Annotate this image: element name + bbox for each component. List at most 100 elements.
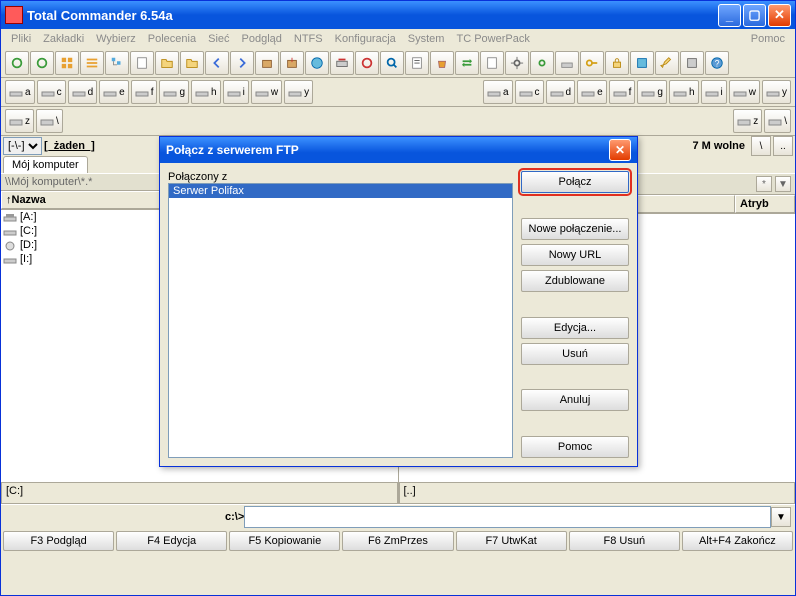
drive-w[interactable]: w xyxy=(251,80,282,104)
command-input[interactable] xyxy=(244,506,771,528)
drive-g[interactable]: g xyxy=(159,80,189,104)
free-label: 7 M wolne xyxy=(692,140,745,152)
tool-fwd-icon[interactable] xyxy=(230,51,254,75)
connect-button[interactable]: Połącz xyxy=(521,171,629,193)
down-button[interactable]: ▼ xyxy=(775,176,791,192)
drive-net-r[interactable]: \ xyxy=(764,109,791,133)
drive-c-r[interactable]: c xyxy=(515,80,544,104)
f5-button[interactable]: F5 Kopiowanie xyxy=(229,531,340,551)
tool-folder-icon[interactable] xyxy=(155,51,179,75)
duplicate-button[interactable]: Zdublowane xyxy=(521,270,629,292)
menu-podglad[interactable]: Podgląd xyxy=(236,31,288,47)
tool-ftp-icon[interactable] xyxy=(330,51,354,75)
menu-konfiguracja[interactable]: Konfiguracja xyxy=(329,31,402,47)
tool-sync-icon[interactable] xyxy=(455,51,479,75)
list-label: Połączony z xyxy=(168,171,513,183)
root-button[interactable]: \ xyxy=(751,136,771,156)
menu-polecenia[interactable]: Polecenia xyxy=(142,31,202,47)
drive-z[interactable]: z xyxy=(5,109,34,133)
f3-button[interactable]: F3 Podgląd xyxy=(3,531,114,551)
new-connection-button[interactable]: Nowe połączenie... xyxy=(521,218,629,240)
help-button[interactable]: Pomoc xyxy=(521,436,629,458)
menu-pomoc[interactable]: Pomoc xyxy=(745,31,791,47)
menu-pliki[interactable]: Pliki xyxy=(5,31,37,47)
menu-zakladki[interactable]: Zakładki xyxy=(37,31,90,47)
f6-button[interactable]: F6 ZmPrzes xyxy=(342,531,453,551)
drive-f-r[interactable]: f xyxy=(609,80,636,104)
tool-gear-icon[interactable] xyxy=(505,51,529,75)
drive-d-r[interactable]: d xyxy=(546,80,576,104)
tool-tree-icon[interactable] xyxy=(105,51,129,75)
drive-e[interactable]: e xyxy=(99,80,129,104)
tool-search-icon[interactable] xyxy=(380,51,404,75)
up-button[interactable]: .. xyxy=(773,136,793,156)
star-button[interactable]: * xyxy=(756,176,772,192)
svg-text:?: ? xyxy=(715,59,720,69)
new-url-button[interactable]: Nowy URL xyxy=(521,244,629,266)
tool-pack-icon[interactable] xyxy=(255,51,279,75)
tool-key-icon[interactable] xyxy=(580,51,604,75)
tool-gear2-icon[interactable] xyxy=(530,51,554,75)
menu-powerpack[interactable]: TC PowerPack xyxy=(450,31,535,47)
tool-reload-icon[interactable] xyxy=(30,51,54,75)
drive-f[interactable]: f xyxy=(131,80,158,104)
drive-d[interactable]: d xyxy=(68,80,98,104)
tool-doc-icon[interactable] xyxy=(130,51,154,75)
drive-g-r[interactable]: g xyxy=(637,80,667,104)
minimize-button[interactable]: _ xyxy=(718,4,741,27)
drive-i-r[interactable]: i xyxy=(701,80,727,104)
tool-box-icon[interactable] xyxy=(680,51,704,75)
cmd-dropdown[interactable]: ▼ xyxy=(771,507,791,527)
tool-book-icon[interactable] xyxy=(630,51,654,75)
tool-grid-icon[interactable] xyxy=(55,51,79,75)
menu-siec[interactable]: Sieć xyxy=(202,31,235,47)
tool-net-icon[interactable] xyxy=(305,51,329,75)
tool-disconnect-icon[interactable] xyxy=(355,51,379,75)
drive-a-r[interactable]: a xyxy=(483,80,513,104)
drive-h[interactable]: h xyxy=(191,80,221,104)
drive-net[interactable]: \ xyxy=(36,109,63,133)
altf4-button[interactable]: Alt+F4 Zakończ xyxy=(682,531,793,551)
tool-help-icon[interactable]: ? xyxy=(705,51,729,75)
delete-button[interactable]: Usuń xyxy=(521,343,629,365)
tool-pencil-icon[interactable] xyxy=(655,51,679,75)
tool-list-icon[interactable] xyxy=(80,51,104,75)
menu-system[interactable]: System xyxy=(402,31,451,47)
tool-edit-icon[interactable] xyxy=(405,51,429,75)
tool-back-icon[interactable] xyxy=(205,51,229,75)
drive-i[interactable]: i xyxy=(223,80,249,104)
edit-button[interactable]: Edycja... xyxy=(521,317,629,339)
cancel-button[interactable]: Anuluj xyxy=(521,389,629,411)
drivebar-left: acdefghiwyacdefghiwy xyxy=(1,78,795,107)
tool-lock-icon[interactable] xyxy=(605,51,629,75)
f7-button[interactable]: F7 UtwKat xyxy=(456,531,567,551)
tool-unpack-icon[interactable] xyxy=(280,51,304,75)
drive-e-r[interactable]: e xyxy=(577,80,607,104)
menu-wybierz[interactable]: Wybierz xyxy=(90,31,142,47)
f4-button[interactable]: F4 Edycja xyxy=(116,531,227,551)
connection-list[interactable]: Serwer Polifax xyxy=(168,183,513,458)
tool-doc2-icon[interactable] xyxy=(480,51,504,75)
col-atryb[interactable]: Atryb xyxy=(735,195,795,213)
tool-bag-icon[interactable] xyxy=(430,51,454,75)
maximize-button[interactable]: ▢ xyxy=(743,4,766,27)
close-button[interactable]: ✕ xyxy=(768,4,791,27)
tool-disk-icon[interactable] xyxy=(555,51,579,75)
drive-combo-left[interactable]: [-\-] xyxy=(3,137,42,155)
drive-z-r[interactable]: z xyxy=(733,109,762,133)
dialog-close-button[interactable]: ✕ xyxy=(609,139,631,161)
drive-a[interactable]: a xyxy=(5,80,35,104)
tab-moj-komputer[interactable]: Mój komputer xyxy=(3,156,88,173)
drive-y-r[interactable]: y xyxy=(762,80,791,104)
drive-h-r[interactable]: h xyxy=(669,80,699,104)
tool-folder2-icon[interactable] xyxy=(180,51,204,75)
f8-button[interactable]: F8 Usuń xyxy=(569,531,680,551)
drive-y[interactable]: y xyxy=(284,80,313,104)
status-right: [..] xyxy=(399,482,796,504)
drive-w-r[interactable]: w xyxy=(729,80,760,104)
drive-c[interactable]: c xyxy=(37,80,66,104)
tool-refresh-icon[interactable] xyxy=(5,51,29,75)
dialog-titlebar: Połącz z serwerem FTP ✕ xyxy=(160,137,637,163)
list-item-selected[interactable]: Serwer Polifax xyxy=(169,184,512,198)
menu-ntfs[interactable]: NTFS xyxy=(288,31,329,47)
